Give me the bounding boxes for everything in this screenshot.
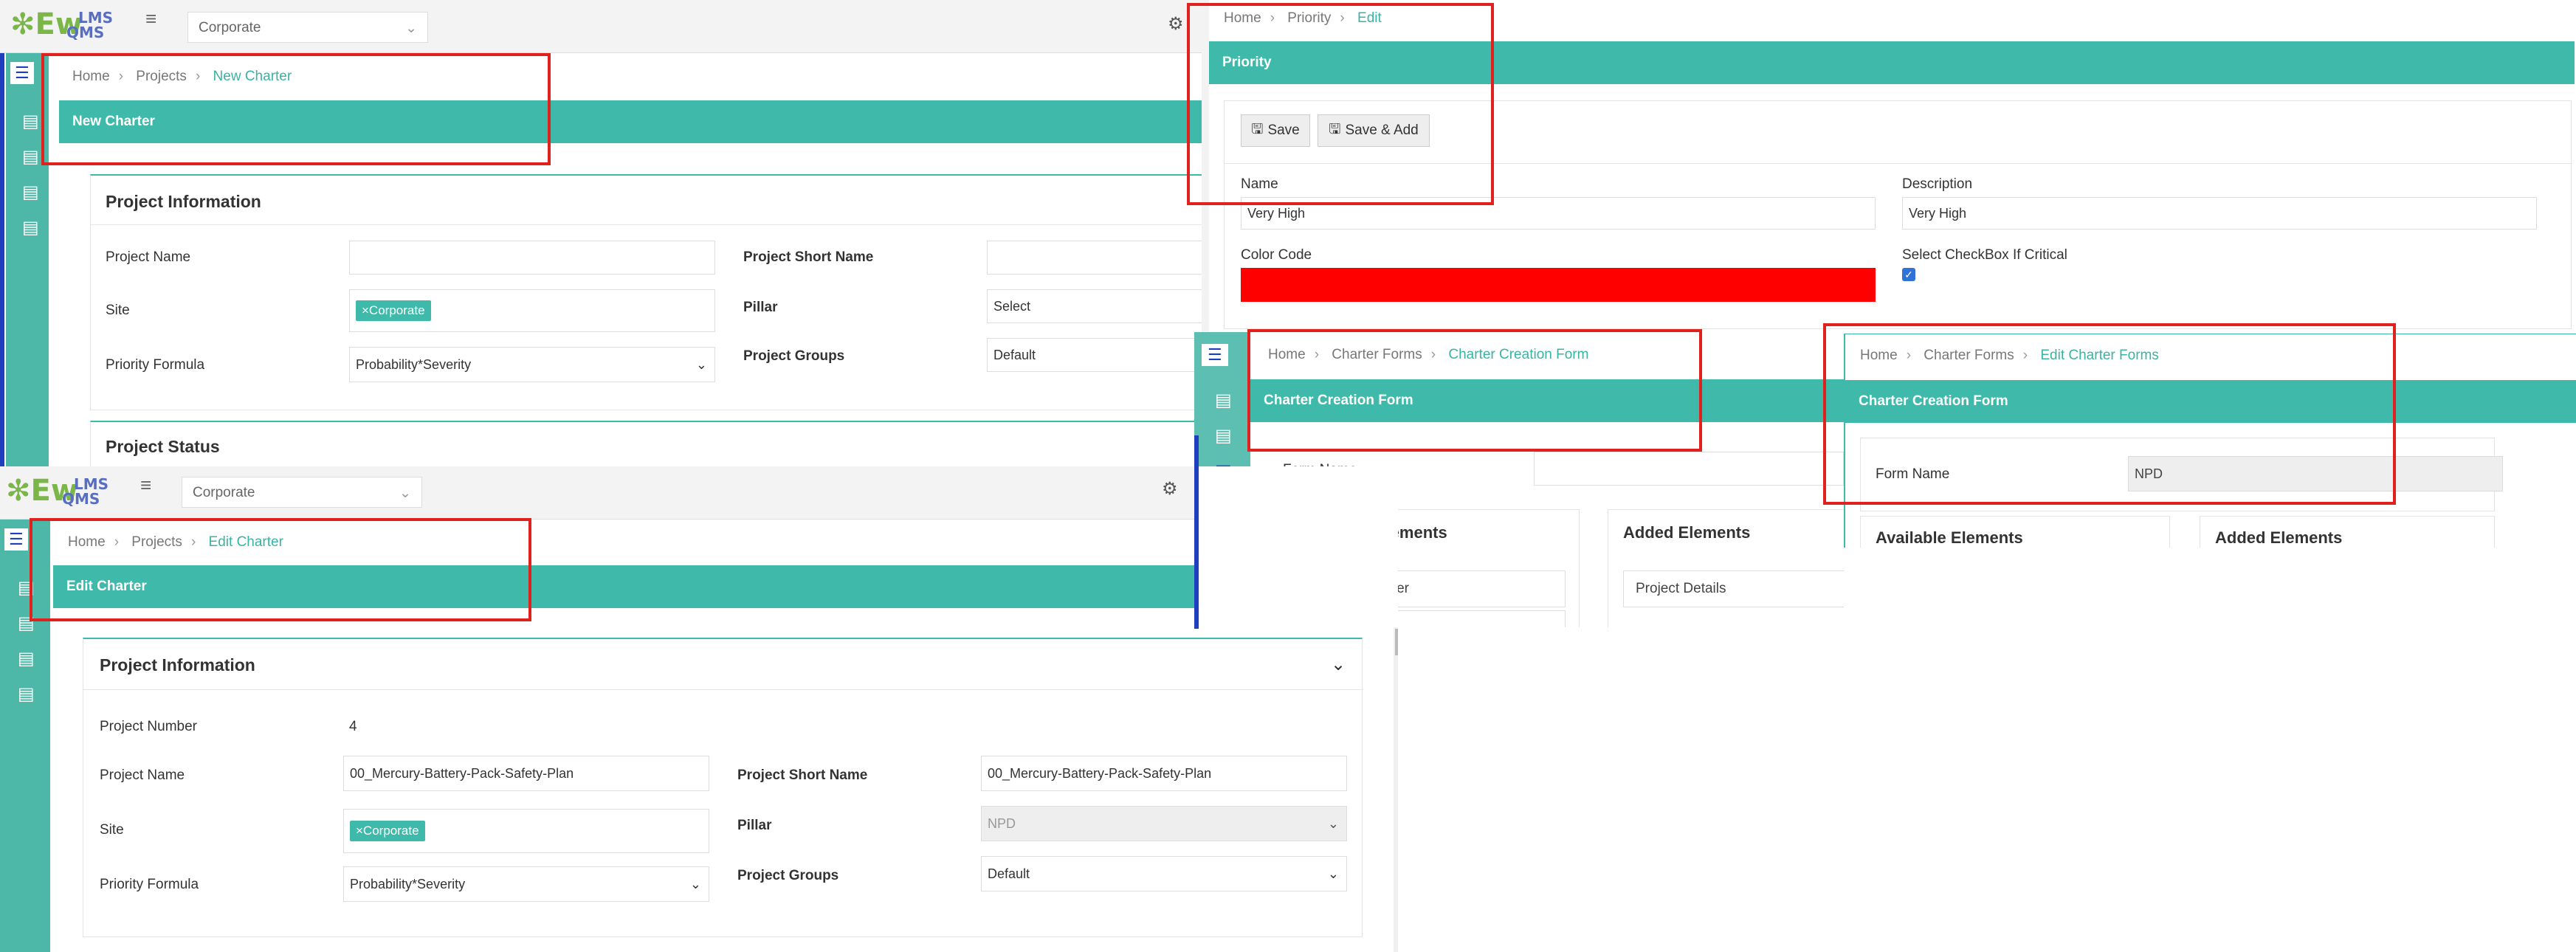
site-select[interactable]: Corporate ⌄ (187, 12, 428, 43)
divider (91, 224, 1202, 225)
site-tag[interactable]: ×Corporate (350, 821, 425, 841)
highlight-edit-charter-forms (1823, 323, 2396, 505)
priority-formula-select[interactable]: Probability*Severity ⌄ (343, 866, 709, 902)
scrollbar-thumb[interactable] (1395, 629, 1398, 655)
building-icon[interactable]: ▤ (22, 182, 39, 203)
chevron-down-icon[interactable]: ⌄ (1331, 654, 1346, 675)
building-icon[interactable]: ▤ (1215, 425, 1232, 446)
chevron-down-icon: ⌄ (399, 486, 411, 501)
gear-icon[interactable]: ⚙ (1168, 13, 1184, 35)
added-elements-panel: Added Elements Project Details (1608, 509, 1844, 627)
project-short-name-input[interactable] (987, 241, 1202, 275)
chevron-down-icon: ⌄ (1327, 866, 1339, 881)
scrollbar[interactable] (1394, 627, 1398, 952)
panel-title: Available Elements (1876, 528, 2023, 547)
project-name-input[interactable]: 00_Mercury-Battery-Pack-Safety-Plan (343, 756, 709, 791)
pillar-label: Pillar (737, 818, 772, 833)
project-groups-label: Project Groups (737, 868, 839, 883)
list-item[interactable]: Project Details (1623, 570, 1844, 607)
color-code-input[interactable] (1241, 268, 1876, 302)
highlight-edit-charter (30, 518, 531, 621)
section-title: Project Information (100, 655, 255, 675)
pillar-label: Pillar (743, 300, 778, 315)
project-information-card: Project Information ⌄ Project Number 4 P… (83, 638, 1363, 937)
project-short-name-label: Project Short Name (737, 768, 868, 783)
menu-icon[interactable]: ≡ (145, 7, 156, 30)
section-title: Project Information (106, 192, 261, 211)
critical-checkbox-label: Select CheckBox If Critical (1902, 247, 2067, 263)
project-information-card: Project Information Project Name Project… (90, 174, 1202, 410)
sliders-icon[interactable]: ☰ (4, 528, 28, 551)
highlight-new-charter (41, 53, 551, 165)
project-name-input[interactable] (349, 241, 715, 275)
priority-formula-label: Priority Formula (100, 877, 199, 892)
app-logo[interactable]: ✻Ew LMS QMS (10, 7, 113, 41)
building-icon[interactable]: ▤ (18, 683, 35, 705)
app-logo[interactable]: ✻Ew LMS QMS (6, 474, 109, 508)
panel-title: Added Elements (2215, 528, 2343, 547)
top-bar (0, 466, 1196, 520)
project-groups-select[interactable]: Default (987, 338, 1202, 372)
building-icon[interactable]: ▤ (22, 217, 39, 238)
gear-icon[interactable]: ⚙ (1162, 478, 1178, 500)
building-icon[interactable]: ▤ (18, 648, 35, 669)
pillar-select[interactable]: Select (987, 289, 1202, 323)
building-icon[interactable]: ▤ (1215, 390, 1232, 411)
added-elements-panel: Added Elements (2200, 516, 2495, 548)
flower-icon: ✻ (10, 7, 35, 41)
form-name-input[interactable] (1534, 452, 1844, 486)
site-multiselect[interactable]: ×Corporate (343, 809, 709, 853)
chevron-down-icon: ⌄ (1327, 815, 1339, 831)
site-tag[interactable]: ×Corporate (356, 300, 431, 321)
chevron-down-icon: ⌄ (689, 876, 701, 891)
highlight-charter-creation-form (1247, 329, 1702, 452)
critical-checkbox[interactable]: ✓ (1902, 268, 1915, 281)
site-label: Site (100, 822, 124, 838)
project-short-name-label: Project Short Name (743, 249, 874, 265)
divider (83, 689, 1363, 690)
project-number-label: Project Number (100, 719, 197, 734)
building-icon[interactable]: ▤ (22, 111, 39, 132)
priority-formula-select[interactable]: Probability*Severity ⌄ (349, 347, 715, 382)
project-name-label: Project Name (106, 249, 191, 265)
project-groups-label: Project Groups (743, 348, 845, 364)
description-input[interactable]: Very High (1902, 197, 2537, 230)
site-label: Site (106, 303, 130, 318)
site-select[interactable]: Corporate ⌄ (182, 477, 422, 508)
flower-icon: ✻ (6, 474, 31, 508)
building-icon[interactable]: ▤ (22, 146, 39, 168)
sliders-icon[interactable]: ☰ (1202, 344, 1228, 366)
project-name-label: Project Name (100, 768, 185, 783)
project-status-card: Project Status (90, 421, 1202, 466)
accent-bar (0, 53, 4, 466)
sliders-icon[interactable]: ☰ (10, 62, 34, 84)
pillar-select[interactable]: NPD ⌄ (981, 806, 1347, 841)
project-short-name-input[interactable]: 00_Mercury-Battery-Pack-Safety-Plan (981, 756, 1347, 791)
project-number-value: 4 (349, 719, 357, 734)
menu-icon[interactable]: ≡ (140, 474, 151, 497)
available-elements-panel: Available Elements (1860, 516, 2170, 548)
color-code-label: Color Code (1241, 247, 1312, 263)
panel-title: Added Elements (1623, 523, 1751, 542)
chevron-down-icon: ⌄ (695, 356, 707, 372)
top-bar (0, 0, 1202, 53)
description-label: Description (1902, 176, 1973, 192)
project-groups-select[interactable]: Default ⌄ (981, 856, 1347, 891)
highlight-priority-edit (1187, 3, 1494, 205)
site-multiselect[interactable]: ×Corporate (349, 289, 715, 332)
section-title: Project Status (106, 437, 220, 456)
chevron-down-icon: ⌄ (405, 21, 417, 36)
accent-bar (1194, 466, 1199, 629)
priority-formula-label: Priority Formula (106, 357, 205, 373)
